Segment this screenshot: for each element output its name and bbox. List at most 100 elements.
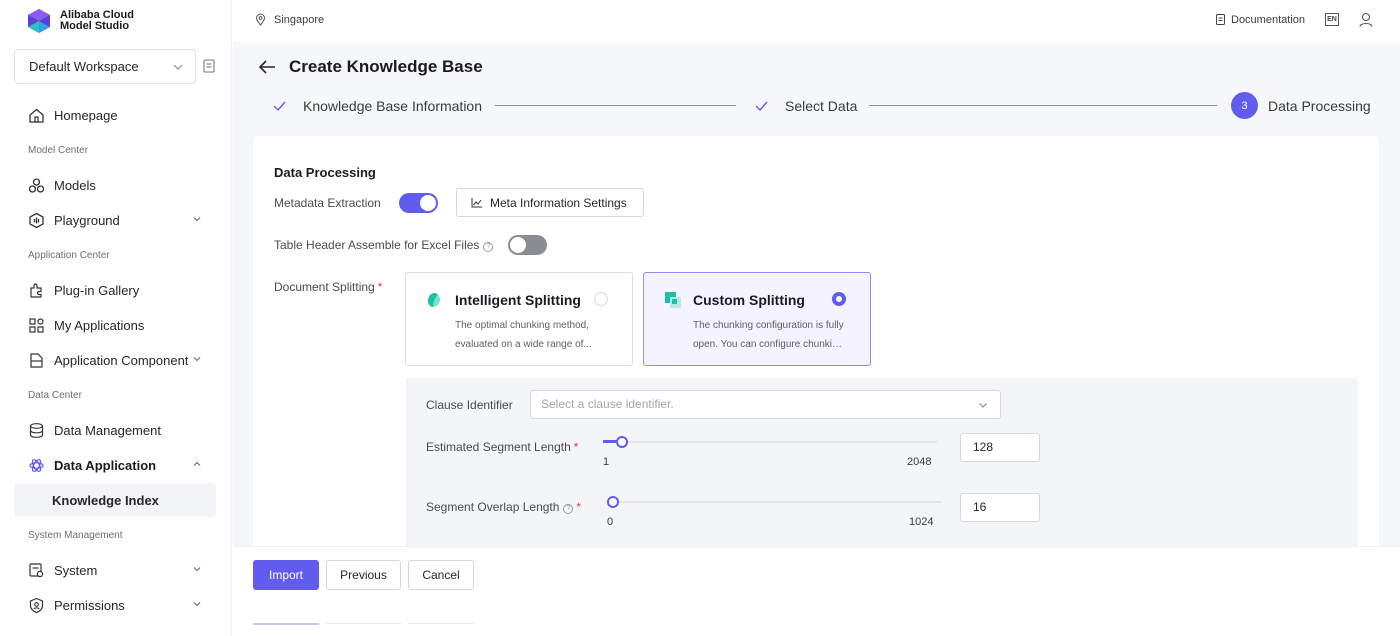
footer-ghost: [253, 623, 319, 626]
sidebar-item-permissions[interactable]: Permissions: [14, 588, 216, 622]
slider-handle[interactable]: [616, 436, 628, 448]
playground-icon: [29, 212, 44, 228]
custom-splitting-icon: [665, 292, 681, 308]
section-application-center: Application Center: [28, 250, 110, 261]
radio-checked[interactable]: [832, 292, 846, 306]
segment-overlap-slider[interactable]: [607, 492, 941, 512]
sidebar-item-label: System: [54, 562, 98, 578]
sidebar-item-label: Data Application: [54, 457, 157, 473]
top-bar: Singapore Documentation EN: [233, 0, 1400, 42]
check-icon: [748, 92, 775, 119]
applications-icon: [29, 317, 44, 333]
step-label: Select Data: [785, 97, 858, 114]
system-icon: [29, 562, 44, 577]
option-title: Custom Splitting: [693, 292, 805, 308]
chevron-up-icon: [193, 461, 201, 466]
sidebar-item-label: Application Component: [54, 352, 189, 368]
sidebar-item-system[interactable]: System: [14, 553, 216, 587]
language-switch[interactable]: EN: [1325, 13, 1339, 26]
table-header-label: Table Header Assemble for Excel Files?: [274, 238, 494, 252]
back-arrow-icon[interactable]: [258, 59, 276, 75]
metadata-extraction-label: Metadata Extraction: [274, 196, 381, 210]
custom-splitting-settings: Clause Identifier Select a clause identi…: [406, 378, 1358, 556]
data-application-icon: [29, 458, 44, 472]
option-description: open. You can configure chunkin...: [693, 339, 845, 350]
previous-button[interactable]: Previous: [326, 560, 401, 590]
metadata-extraction-toggle[interactable]: [399, 193, 438, 213]
sidebar-item-label: Data Management: [54, 422, 161, 438]
sidebar-item-data-application[interactable]: Data Application: [14, 448, 216, 482]
button-label: Meta Information Settings: [490, 195, 627, 210]
sidebar-item-playground[interactable]: Playground: [14, 203, 216, 237]
footer-actions: Import Previous Cancel: [233, 546, 1400, 636]
segment-length-slider[interactable]: [603, 432, 937, 452]
step-connector: [495, 105, 736, 106]
step-label: Data Processing: [1268, 97, 1371, 114]
sidebar-item-data-management[interactable]: Data Management: [14, 413, 216, 447]
custom-splitting-option[interactable]: Custom Splitting The chunking configurat…: [643, 272, 871, 366]
table-header-toggle[interactable]: [508, 235, 547, 255]
option-description: The optimal chunking method,: [455, 320, 589, 331]
help-icon[interactable]: ?: [563, 504, 574, 514]
chevron-down-icon: [979, 403, 987, 408]
step-data-processing[interactable]: 3 Data Processing: [1231, 92, 1371, 119]
sidebar-item-label: Permissions: [54, 597, 125, 613]
segment-overlap-input[interactable]: 16: [960, 493, 1040, 522]
section-title: Data Processing: [274, 165, 376, 180]
sidebar: Alibaba Cloud Model Studio Default Works…: [0, 0, 232, 636]
slider-min: 0: [607, 516, 614, 528]
brand-line2: Model Studio: [60, 20, 130, 32]
step-number: 3: [1231, 92, 1258, 119]
sidebar-item-knowledge-index[interactable]: Knowledge Index: [14, 483, 216, 517]
section-system-management: System Management: [28, 530, 123, 541]
option-title: Intelligent Splitting: [455, 292, 581, 308]
sidebar-item-models[interactable]: Models: [14, 168, 216, 202]
clause-identifier-select[interactable]: Select a clause identifier.: [530, 390, 1001, 419]
sidebar-item-label: Models: [54, 177, 96, 193]
workspace-select[interactable]: Default Workspace: [14, 49, 196, 84]
stepper: Knowledge Base Information Select Data 3…: [233, 92, 1400, 120]
page-title: Create Knowledge Base: [289, 57, 483, 76]
slider-handle[interactable]: [607, 496, 619, 508]
component-icon: [30, 352, 43, 368]
step-select-data[interactable]: Select Data: [748, 92, 857, 119]
plugin-icon: [30, 282, 42, 298]
models-icon: [28, 177, 45, 193]
chevron-down-icon: [193, 567, 201, 572]
segment-length-input[interactable]: 128: [960, 433, 1040, 462]
document-icon: [1216, 14, 1225, 25]
sidebar-item-homepage[interactable]: Homepage: [14, 98, 216, 132]
document-icon[interactable]: [203, 59, 215, 73]
document-splitting-label: Document Splitting *: [274, 280, 383, 294]
option-description: The chunking configuration is fully: [693, 320, 844, 331]
documentation-link[interactable]: Documentation: [1216, 14, 1305, 26]
chevron-down-icon: [193, 217, 201, 222]
model-studio-logo-icon: [28, 9, 50, 33]
sidebar-item-label: My Applications: [54, 317, 145, 333]
footer-ghost: [326, 623, 401, 626]
brand-logo[interactable]: Alibaba Cloud Model Studio: [26, 8, 134, 34]
user-icon[interactable]: [1359, 12, 1373, 27]
help-icon[interactable]: ?: [483, 242, 494, 252]
shield-icon: [29, 597, 44, 613]
sidebar-item-label: Plug-in Gallery: [54, 282, 140, 298]
sidebar-item-application-component[interactable]: Application Component: [14, 343, 216, 377]
database-icon: [29, 422, 44, 438]
sidebar-item-my-applications[interactable]: My Applications: [14, 308, 216, 342]
select-placeholder: Select a clause identifier.: [541, 397, 674, 411]
home-icon: [29, 108, 44, 123]
intelligent-splitting-option[interactable]: Intelligent Splitting The optimal chunki…: [405, 272, 633, 366]
chevron-down-icon: [193, 357, 201, 362]
import-button[interactable]: Import: [253, 560, 319, 590]
sidebar-item-label: Knowledge Index: [52, 492, 159, 508]
radio-unchecked[interactable]: [594, 292, 608, 306]
region-label: Singapore: [274, 13, 325, 26]
sidebar-item-label: Playground: [54, 212, 120, 228]
intelligent-splitting-icon: [428, 293, 441, 307]
region-selector[interactable]: Singapore: [255, 13, 324, 26]
cancel-button[interactable]: Cancel: [408, 560, 474, 590]
meta-information-settings-button[interactable]: Meta Information Settings: [456, 188, 644, 217]
sidebar-item-plugin-gallery[interactable]: Plug-in Gallery: [14, 273, 216, 307]
slider-max: 2048: [907, 456, 932, 468]
step-knowledge-base-information[interactable]: Knowledge Base Information: [266, 92, 482, 119]
